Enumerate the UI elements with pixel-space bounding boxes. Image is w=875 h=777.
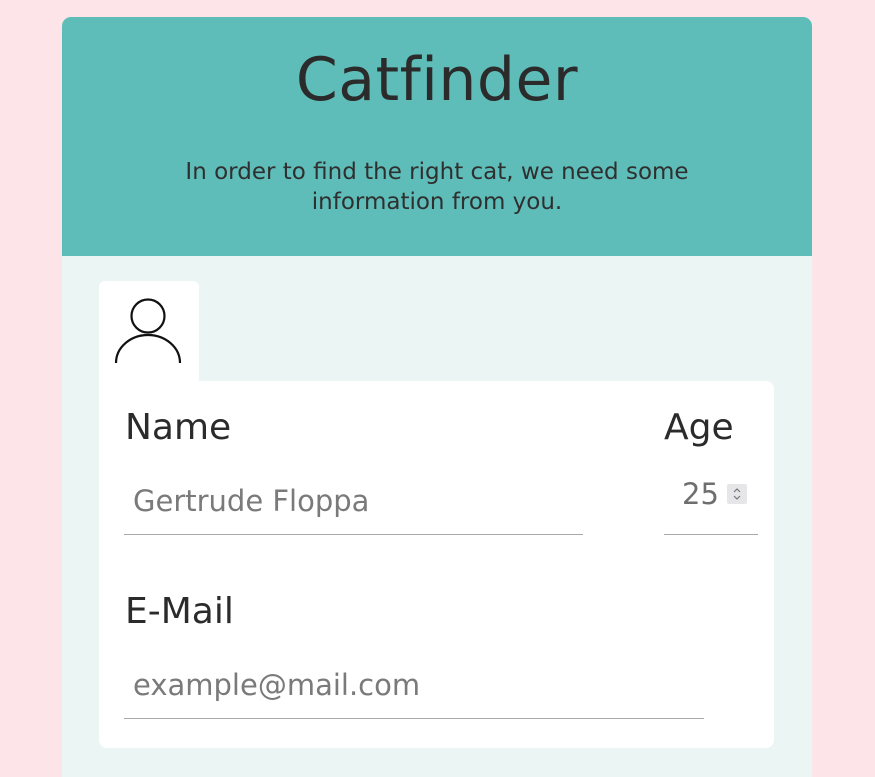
- profile-form-card: Name Age 25 E-Mail: [99, 381, 774, 748]
- name-input[interactable]: [124, 467, 583, 535]
- page-subtitle: In order to find the right cat, we need …: [185, 159, 689, 215]
- email-input[interactable]: [124, 651, 704, 719]
- age-stepper[interactable]: [727, 484, 747, 504]
- email-label: E-Mail: [125, 591, 234, 632]
- age-label: Age: [664, 407, 734, 448]
- user-icon: [114, 298, 182, 364]
- stepper-arrows-icon: [733, 488, 741, 500]
- profile-tab[interactable]: [99, 281, 199, 391]
- age-value: 25: [682, 477, 719, 511]
- name-label: Name: [125, 407, 232, 448]
- header: Catfinder In order to find the right cat…: [62, 17, 812, 256]
- page-title: Catfinder: [295, 45, 579, 115]
- catfinder-app: Catfinder In order to find the right cat…: [62, 17, 812, 777]
